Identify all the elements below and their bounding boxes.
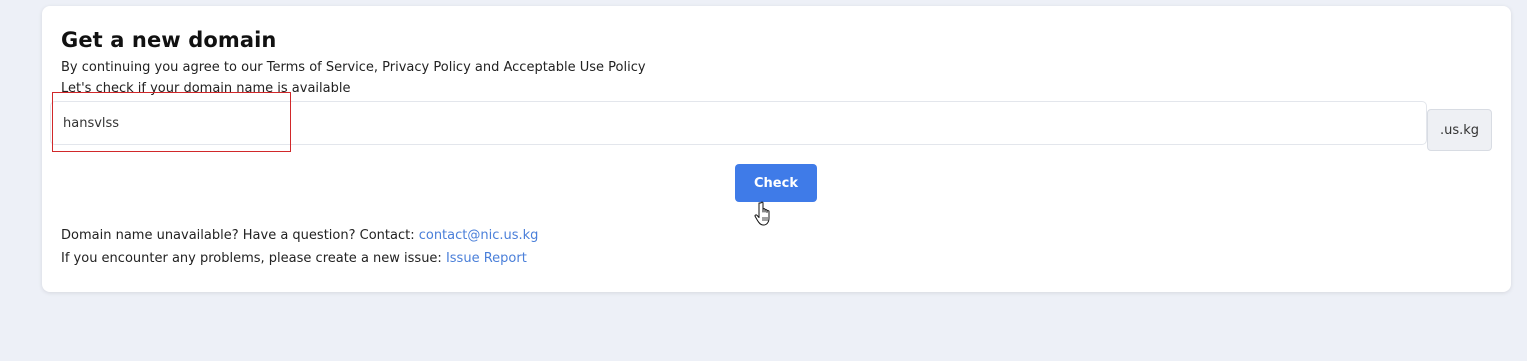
hand-pointer-icon: [754, 201, 770, 226]
availability-prompt: Let's check if your domain name is avail…: [61, 81, 351, 96]
issue-line: If you encounter any problems, please cr…: [61, 251, 527, 266]
page-title: Get a new domain: [61, 28, 277, 52]
domain-name-input[interactable]: [50, 101, 1427, 145]
terms-notice: By continuing you agree to our Terms of …: [61, 60, 646, 75]
check-button[interactable]: Check: [735, 164, 817, 202]
domain-card: Get a new domain By continuing you agree…: [42, 6, 1511, 292]
issue-report-link[interactable]: Issue Report: [446, 251, 527, 266]
contact-line: Domain name unavailable? Have a question…: [61, 228, 538, 243]
contact-text: Domain name unavailable? Have a question…: [61, 228, 419, 243]
issue-text: If you encounter any problems, please cr…: [61, 251, 446, 266]
contact-email-link[interactable]: contact@nic.us.kg: [419, 228, 539, 243]
domain-suffix-label: .us.kg: [1427, 109, 1492, 151]
